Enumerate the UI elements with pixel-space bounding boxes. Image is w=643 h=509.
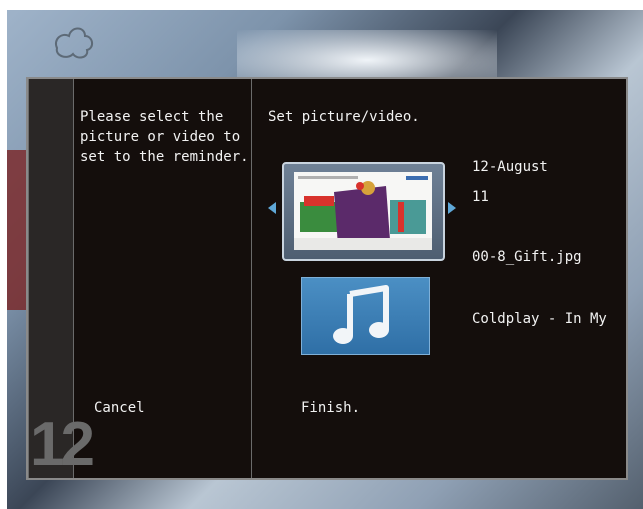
calendar-day-number: 12 [30,410,95,479]
reminder-panel: 12 Please select the picture or video to… [26,77,628,480]
selected-song-name: Coldplay - In My [472,311,607,327]
instruction-text: Please select the picture or video to se… [80,109,249,165]
reminder-date: 12-August [472,159,548,175]
chevron-left-icon[interactable] [268,202,276,214]
panel-divider [251,79,252,478]
finish-button[interactable]: Finish. [301,398,360,418]
music-note-icon [333,285,389,344]
gift-picture-art [294,172,432,250]
leaf-icon [55,27,93,59]
picture-thumbnail[interactable] [282,162,445,261]
music-tile[interactable] [301,277,430,355]
gift-picture [294,172,432,250]
step-title: Set picture/video. [268,109,420,125]
reminder-date-line2: 11 [472,189,489,205]
selected-file-name: 00-8_Gift.jpg [472,249,582,265]
chevron-right-icon[interactable] [448,202,456,214]
background-photo: 12 Please select the picture or video to… [7,10,643,509]
cancel-button[interactable]: Cancel [94,398,145,418]
